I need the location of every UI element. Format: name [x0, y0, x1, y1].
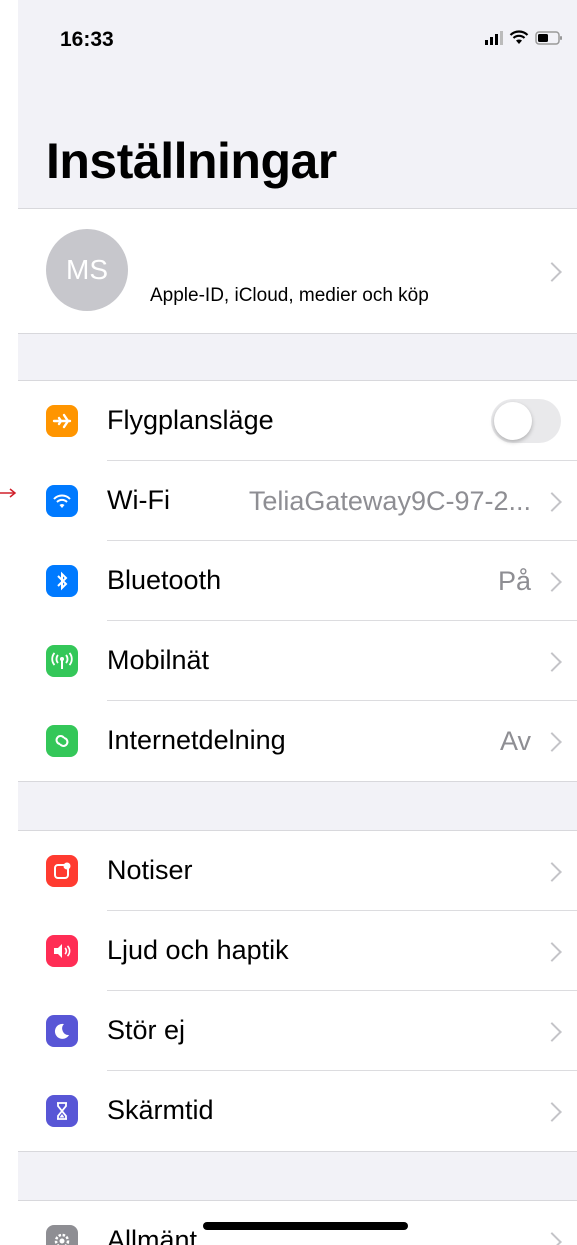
avatar: MS [46, 229, 128, 311]
page-title: Inställningar [46, 133, 337, 189]
row-hotspot[interactable]: Internetdelning Av [18, 701, 577, 781]
status-bar: 16:33 [18, 0, 577, 80]
wifi-status-icon [509, 30, 529, 45]
chevron-right-icon [542, 262, 562, 282]
hourglass-icon [46, 1095, 78, 1127]
row-label: Wi-Fi [107, 485, 170, 515]
hotspot-status: Av [499, 726, 531, 756]
bluetooth-icon [46, 565, 78, 597]
row-label: Flygplansläge [107, 405, 274, 435]
home-indicator[interactable] [203, 1222, 408, 1230]
chevron-right-icon [542, 1102, 562, 1122]
chevron-right-icon [542, 1232, 562, 1245]
row-do-not-disturb[interactable]: Stör ej [18, 991, 577, 1071]
apple-id-subtitle: Apple-ID, iCloud, medier och köp [150, 285, 429, 306]
notifications-group: Notiser Ljud och haptik Stör ej Skärmtid [18, 830, 577, 1152]
cellular-signal-icon [485, 30, 503, 45]
red-arrow-marker [0, 488, 17, 498]
link-icon [46, 725, 78, 757]
settings-screen: 16:33 Inställningar MS Apple-ID, iCloud,… [18, 0, 577, 1245]
speaker-icon [46, 935, 78, 967]
chevron-right-icon [542, 1022, 562, 1042]
status-time: 16:33 [60, 28, 114, 51]
airplane-mode-toggle[interactable] [491, 399, 561, 443]
row-cellular[interactable]: Mobilnät [18, 621, 577, 701]
gear-icon [46, 1225, 78, 1245]
row-notifications[interactable]: Notiser [18, 831, 577, 911]
wifi-network-name: TeliaGateway9C-97-2... [248, 486, 531, 516]
status-icons [485, 30, 563, 45]
row-label: Mobilnät [107, 645, 210, 675]
chevron-right-icon [542, 732, 562, 752]
row-airplane-mode[interactable]: Flygplansläge [18, 381, 577, 461]
apple-id-row[interactable]: MS Apple-ID, iCloud, medier och köp [18, 208, 577, 334]
notifications-icon [46, 855, 78, 887]
chevron-right-icon [542, 652, 562, 672]
antenna-icon [46, 645, 78, 677]
chevron-right-icon [542, 492, 562, 512]
connectivity-group: Flygplansläge Wi-Fi TeliaGateway9C-97-2.… [18, 380, 577, 782]
row-label: Internetdelning [107, 725, 286, 755]
row-label: Allmänt [107, 1225, 198, 1245]
row-sounds[interactable]: Ljud och haptik [18, 911, 577, 991]
bluetooth-status: På [497, 566, 531, 596]
row-wifi[interactable]: Wi-Fi TeliaGateway9C-97-2... [18, 461, 577, 541]
wifi-icon [46, 485, 78, 517]
chevron-right-icon [542, 942, 562, 962]
row-screen-time[interactable]: Skärmtid [18, 1071, 577, 1151]
row-label: Stör ej [107, 1015, 186, 1045]
battery-icon [535, 30, 563, 45]
row-label: Bluetooth [107, 565, 222, 595]
airplane-icon [46, 405, 78, 437]
row-label: Skärmtid [107, 1095, 214, 1125]
row-label: Ljud och haptik [107, 935, 289, 965]
chevron-right-icon [542, 862, 562, 882]
chevron-right-icon [542, 572, 562, 592]
row-bluetooth[interactable]: Bluetooth På [18, 541, 577, 621]
moon-icon [46, 1015, 78, 1047]
row-label: Notiser [107, 855, 193, 885]
